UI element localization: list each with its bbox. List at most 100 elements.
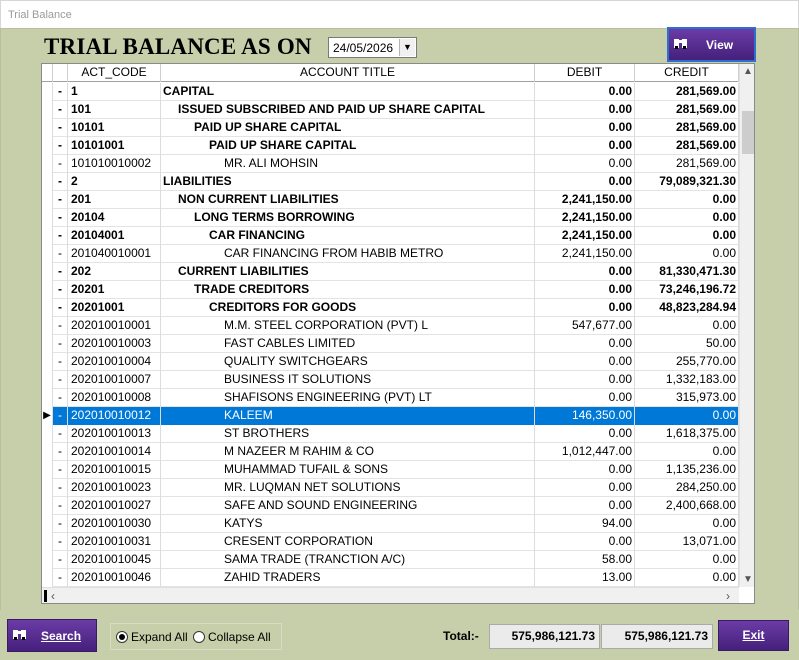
cell-act-code[interactable]: 202010010027: [68, 497, 161, 515]
table-row[interactable]: -202010010027 SAFE AND SOUND ENGINEERING 0…: [42, 497, 740, 515]
cell-act-code[interactable]: 20201: [68, 281, 161, 299]
row-header[interactable]: [42, 191, 53, 209]
collapse-toggle-icon[interactable]: -: [53, 209, 68, 227]
table-row[interactable]: -202010010046 ZAHID TRADERS 13.00 0.00: [42, 569, 740, 587]
table-row[interactable]: -201 NON CURRENT LIABILITIES 2,241,150.00 0…: [42, 191, 740, 209]
cell-act-code[interactable]: 1: [68, 83, 161, 101]
row-header[interactable]: [42, 209, 53, 227]
cell-debit[interactable]: 0.00: [535, 101, 635, 119]
row-header[interactable]: [42, 371, 53, 389]
cell-account-title[interactable]: MUHAMMAD TUFAIL & SONS: [161, 461, 535, 479]
collapse-toggle-icon[interactable]: -: [53, 479, 68, 497]
cell-credit[interactable]: 281,569.00: [635, 119, 739, 137]
cell-credit[interactable]: 0.00: [635, 515, 739, 533]
cell-debit[interactable]: 0.00: [535, 137, 635, 155]
cell-debit[interactable]: 0.00: [535, 173, 635, 191]
cell-credit[interactable]: 50.00: [635, 335, 739, 353]
row-header[interactable]: [42, 137, 53, 155]
cell-credit[interactable]: 255,770.00: [635, 353, 739, 371]
cell-credit[interactable]: 0.00: [635, 191, 739, 209]
collapse-toggle-icon[interactable]: -: [53, 443, 68, 461]
chevron-down-icon[interactable]: ▼: [399, 39, 415, 56]
cell-debit[interactable]: 0.00: [535, 83, 635, 101]
collapse-toggle-icon[interactable]: -: [53, 461, 68, 479]
cell-credit[interactable]: 1,618,375.00: [635, 425, 739, 443]
row-header[interactable]: [42, 155, 53, 173]
cell-act-code[interactable]: 101: [68, 101, 161, 119]
cell-act-code[interactable]: 202010010045: [68, 551, 161, 569]
cell-account-title[interactable]: ZAHID TRADERS: [161, 569, 535, 587]
cell-debit[interactable]: 58.00: [535, 551, 635, 569]
cell-credit[interactable]: 281,569.00: [635, 83, 739, 101]
cell-credit[interactable]: 0.00: [635, 317, 739, 335]
table-row[interactable]: -20201 TRADE CREDITORS 0.00 73,246,196.72: [42, 281, 740, 299]
collapse-toggle-icon[interactable]: -: [53, 569, 68, 587]
cell-act-code[interactable]: 202010010004: [68, 353, 161, 371]
table-row[interactable]: -2 LIABILITIES 0.00 79,089,321.30: [42, 173, 740, 191]
cell-debit[interactable]: 2,241,150.00: [535, 227, 635, 245]
cell-account-title[interactable]: LIABILITIES: [161, 173, 535, 191]
cell-account-title[interactable]: BUSINESS IT SOLUTIONS: [161, 371, 535, 389]
cell-credit[interactable]: 0.00: [635, 245, 739, 263]
scroll-right-icon[interactable]: ›: [726, 589, 730, 603]
cell-act-code[interactable]: 202010010007: [68, 371, 161, 389]
cell-act-code[interactable]: 202010010015: [68, 461, 161, 479]
vertical-scrollbar[interactable]: ▲ ▼: [739, 64, 754, 587]
cell-credit[interactable]: 315,973.00: [635, 389, 739, 407]
cell-act-code[interactable]: 101010010002: [68, 155, 161, 173]
table-row[interactable]: -202010010015 MUHAMMAD TUFAIL & SONS 0.00 1…: [42, 461, 740, 479]
cell-account-title[interactable]: ISSUED SUBSCRIBED AND PAID UP SHARE CAPI…: [161, 101, 535, 119]
cell-act-code[interactable]: 2: [68, 173, 161, 191]
row-header[interactable]: [42, 353, 53, 371]
table-row[interactable]: -202010010004 QUALITY SWITCHGEARS 0.00 255,…: [42, 353, 740, 371]
table-row[interactable]: -202010010001 M.M. STEEL CORPORATION (PVT…: [42, 317, 740, 335]
collapse-toggle-icon[interactable]: -: [53, 137, 68, 155]
cell-account-title[interactable]: M.M. STEEL CORPORATION (PVT) L: [161, 317, 535, 335]
table-row[interactable]: -10101 PAID UP SHARE CAPITAL 0.00 281,569.0…: [42, 119, 740, 137]
collapse-toggle-icon[interactable]: -: [53, 497, 68, 515]
cell-debit[interactable]: 0.00: [535, 371, 635, 389]
cell-account-title[interactable]: FAST CABLES LIMITED: [161, 335, 535, 353]
row-header[interactable]: [42, 569, 53, 587]
table-row[interactable]: -10101001 PAID UP SHARE CAPITAL 0.00 281,56…: [42, 137, 740, 155]
cell-debit[interactable]: 0.00: [535, 119, 635, 137]
table-row[interactable]: -202010010007 BUSINESS IT SOLUTIONS 0.00 1,…: [42, 371, 740, 389]
cell-account-title[interactable]: CRESENT CORPORATION: [161, 533, 535, 551]
scroll-down-icon[interactable]: ▼: [740, 574, 754, 585]
table-row[interactable]: -202010010023 MR. LUQMAN NET SOLUTIONS 0.0…: [42, 479, 740, 497]
cell-act-code[interactable]: 202010010046: [68, 569, 161, 587]
cell-act-code[interactable]: 20104001: [68, 227, 161, 245]
cell-credit[interactable]: 81,330,471.30: [635, 263, 739, 281]
cell-account-title[interactable]: LONG TERMS BORROWING: [161, 209, 535, 227]
cell-account-title[interactable]: SAMA TRADE (TRANCTION A/C): [161, 551, 535, 569]
cell-debit[interactable]: 547,677.00: [535, 317, 635, 335]
collapse-toggle-icon[interactable]: -: [53, 335, 68, 353]
row-header[interactable]: [42, 533, 53, 551]
collapse-toggle-icon[interactable]: -: [53, 227, 68, 245]
cell-debit[interactable]: 0.00: [535, 155, 635, 173]
cell-act-code[interactable]: 202: [68, 263, 161, 281]
cell-act-code[interactable]: 202010010014: [68, 443, 161, 461]
table-row[interactable]: -20104001 CAR FINANCING 2,241,150.00 0.00: [42, 227, 740, 245]
cell-account-title[interactable]: CAPITAL: [161, 83, 535, 101]
horizontal-scrollbar[interactable]: ‹ ›: [42, 587, 739, 603]
collapse-toggle-icon[interactable]: -: [53, 515, 68, 533]
cell-act-code[interactable]: 20201001: [68, 299, 161, 317]
cell-debit[interactable]: 0.00: [535, 299, 635, 317]
cell-account-title[interactable]: CAR FINANCING: [161, 227, 535, 245]
cell-credit[interactable]: 2,400,668.00: [635, 497, 739, 515]
cell-debit[interactable]: 13.00: [535, 569, 635, 587]
cell-act-code[interactable]: 201040010001: [68, 245, 161, 263]
cell-debit[interactable]: 0.00: [535, 497, 635, 515]
cell-act-code[interactable]: 202010010023: [68, 479, 161, 497]
row-header[interactable]: [42, 317, 53, 335]
cell-account-title[interactable]: KALEEM: [161, 407, 535, 425]
expand-all-radio[interactable]: Expand All: [116, 630, 188, 644]
table-row[interactable]: -101 ISSUED SUBSCRIBED AND PAID UP SHARE …: [42, 101, 740, 119]
cell-act-code[interactable]: 202010010012: [68, 407, 161, 425]
cell-act-code[interactable]: 202010010031: [68, 533, 161, 551]
row-header[interactable]: [42, 119, 53, 137]
collapse-toggle-icon[interactable]: -: [53, 191, 68, 209]
table-row[interactable]: -101010010002 MR. ALI MOHSIN 0.00 281,569.0…: [42, 155, 740, 173]
cell-debit[interactable]: 0.00: [535, 389, 635, 407]
